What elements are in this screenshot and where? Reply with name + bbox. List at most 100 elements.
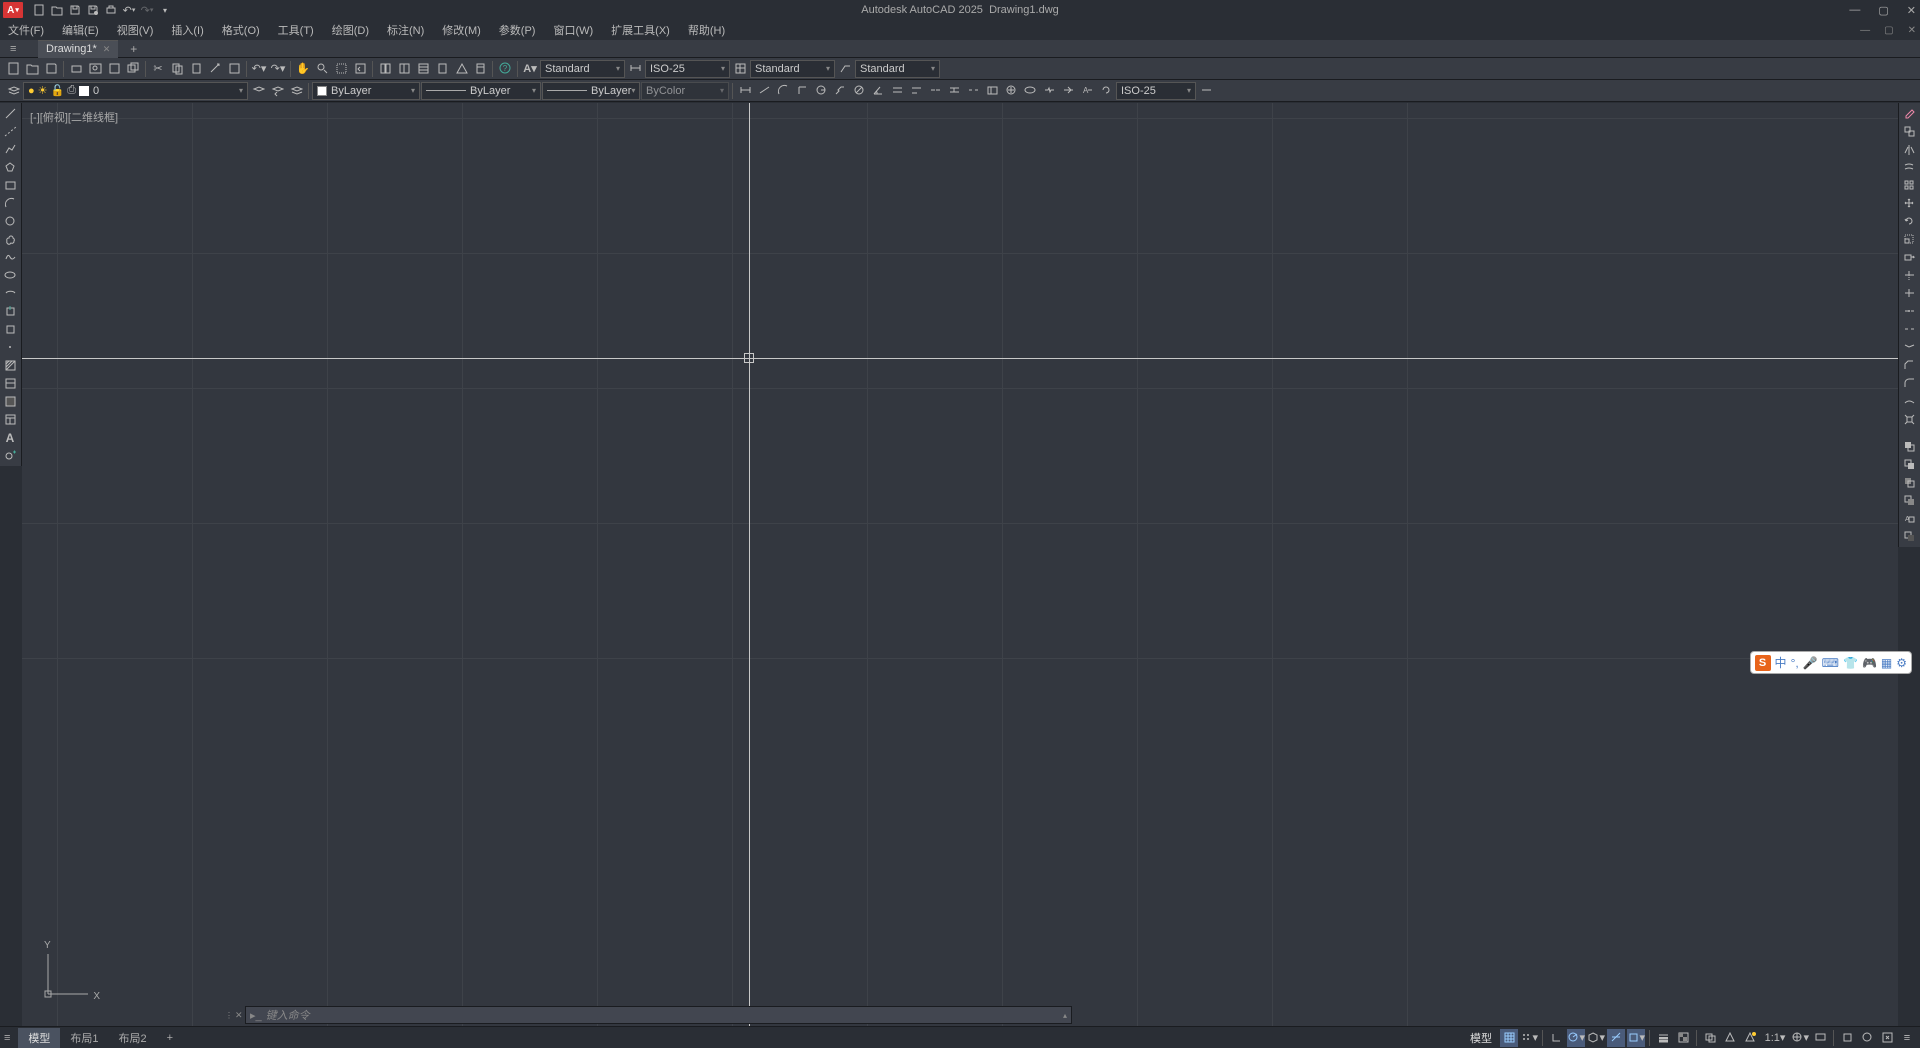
redo-icon[interactable]: ↷▾ (139, 2, 155, 18)
grid-toggle-icon[interactable] (1500, 1029, 1518, 1047)
model-tab[interactable]: 模型 (18, 1028, 60, 1048)
menu-parametric[interactable]: 参数(P) (499, 22, 536, 38)
dim-arc-icon[interactable] (774, 82, 792, 100)
zoom-previous-icon[interactable] (351, 60, 369, 78)
ellipse-arc-icon[interactable] (0, 285, 20, 302)
snap-toggle-icon[interactable]: ▾ (1520, 1029, 1538, 1047)
menu-file[interactable]: 文件(F) (8, 22, 44, 38)
layer-match-icon[interactable] (249, 82, 267, 100)
plot-icon[interactable] (67, 60, 85, 78)
dim-inspect-icon[interactable] (1021, 82, 1039, 100)
text-style-dropdown[interactable]: Standard▾ (540, 60, 625, 78)
undo-icon[interactable]: ↶▾ (121, 2, 137, 18)
dim-linear-icon[interactable] (736, 82, 754, 100)
zoom-realtime-icon[interactable] (313, 60, 331, 78)
spline-icon[interactable] (0, 249, 20, 266)
dim-diameter-icon[interactable] (850, 82, 868, 100)
text-icon[interactable]: A▾ (521, 60, 539, 78)
tabs-menu-icon[interactable]: ≡ (10, 43, 28, 55)
annotation-scale-icon[interactable] (1721, 1029, 1739, 1047)
gradient-icon[interactable] (0, 375, 20, 392)
layer-properties-icon[interactable] (4, 82, 22, 100)
menu-insert[interactable]: 插入(I) (171, 22, 203, 38)
ime-game-icon[interactable]: 🎮 (1862, 656, 1877, 670)
publish-icon[interactable] (105, 60, 123, 78)
table-style-dropdown[interactable]: Standard▾ (750, 60, 835, 78)
sheet-set-icon[interactable] (433, 60, 451, 78)
open-icon[interactable] (49, 2, 65, 18)
trim-icon[interactable] (1899, 267, 1919, 284)
explode-icon[interactable] (1899, 411, 1919, 428)
ime-voice-icon[interactable]: 🎤 (1803, 656, 1818, 670)
line-icon[interactable] (0, 105, 20, 122)
match-properties-icon[interactable] (206, 60, 224, 78)
tool-palettes-icon[interactable] (414, 60, 432, 78)
dim-aligned-icon[interactable] (755, 82, 773, 100)
print-icon[interactable] (103, 2, 119, 18)
copy-obj-icon[interactable] (1899, 123, 1919, 140)
child-close-button[interactable]: ✕ (1908, 25, 1916, 36)
hardware-accel-icon[interactable] (1858, 1029, 1876, 1047)
text-front-icon[interactable]: A (1899, 510, 1919, 527)
circle-icon[interactable] (0, 213, 20, 230)
redo-btn-icon[interactable]: ↷▾ (269, 60, 287, 78)
chamfer-icon[interactable] (1899, 357, 1919, 374)
menu-tools[interactable]: 工具(T) (278, 22, 314, 38)
viewport-label[interactable]: [-][俯视][二维线框] (30, 109, 118, 125)
qat-dropdown-icon[interactable]: ▾ (157, 2, 173, 18)
ortho-toggle-icon[interactable] (1547, 1029, 1565, 1047)
hatch-icon[interactable] (0, 357, 20, 374)
preview-icon[interactable] (86, 60, 104, 78)
ime-skin-icon[interactable]: 👕 (1843, 656, 1858, 670)
menu-view[interactable]: 视图(V) (117, 22, 154, 38)
copy-icon[interactable] (168, 60, 186, 78)
markup-icon[interactable] (452, 60, 470, 78)
add-layout-button[interactable]: + (157, 1032, 183, 1044)
drawing-canvas[interactable]: [-][俯视][二维线框] Y X (22, 103, 1898, 1026)
layer-states-icon[interactable] (287, 82, 305, 100)
dim-edit-icon[interactable] (1059, 82, 1077, 100)
close-button[interactable]: ✕ (1907, 4, 1916, 17)
qcalc-icon[interactable] (471, 60, 489, 78)
ime-toolbar[interactable]: S 中 °, 🎤 ⌨ 👕 🎮 ▦ ⚙ (1750, 651, 1912, 674)
model-space-label[interactable]: 模型 (1464, 1029, 1498, 1047)
command-line-handle[interactable]: ⋮ ✕ 🔧 (225, 1006, 245, 1024)
extend-icon[interactable] (1899, 285, 1919, 302)
file-tab-drawing1[interactable]: Drawing1* ✕ (38, 40, 118, 58)
annotation-autoscale-icon[interactable]: 1:1▾ (1761, 1029, 1789, 1047)
ime-logo-icon[interactable]: S (1755, 655, 1771, 671)
paste-icon[interactable] (187, 60, 205, 78)
help-icon[interactable]: ? (496, 60, 514, 78)
qnew-icon[interactable] (4, 60, 22, 78)
saveas-icon[interactable] (85, 2, 101, 18)
blend-icon[interactable] (1899, 393, 1919, 410)
offset-icon[interactable] (1899, 159, 1919, 176)
selection-cycling-icon[interactable] (1701, 1029, 1719, 1047)
layer-previous-icon[interactable] (268, 82, 286, 100)
mleader-style-dropdown[interactable]: Standard▾ (855, 60, 940, 78)
make-block-icon[interactable] (0, 321, 20, 338)
pan-icon[interactable]: ✋ (294, 60, 312, 78)
polyline-icon[interactable] (0, 141, 20, 158)
break-point-icon[interactable] (1899, 303, 1919, 320)
clean-screen-icon[interactable] (1878, 1029, 1896, 1047)
maximize-button[interactable]: ▢ (1878, 4, 1888, 17)
ime-settings-icon[interactable]: ⚙ (1896, 656, 1907, 670)
bring-front-icon[interactable] (1899, 438, 1919, 455)
rotate-icon[interactable] (1899, 213, 1919, 230)
isodraft-icon[interactable]: ▾ (1587, 1029, 1605, 1047)
dim-continue-icon[interactable] (926, 82, 944, 100)
center-mark-icon[interactable] (1002, 82, 1020, 100)
open-file-icon[interactable] (23, 60, 41, 78)
fillet-icon[interactable] (1899, 375, 1919, 392)
layer-dropdown[interactable]: ● ☀ 🔓 ⎙ 0 ▾ (23, 82, 248, 100)
new-icon[interactable] (31, 2, 47, 18)
polar-toggle-icon[interactable]: ▾ (1567, 1029, 1585, 1047)
dimension-icon[interactable] (626, 60, 644, 78)
ime-punct-icon[interactable]: °, (1791, 656, 1799, 670)
close-tab-icon[interactable]: ✕ (103, 44, 111, 55)
insert-block-icon[interactable] (0, 303, 20, 320)
lineweight-dropdown[interactable]: ByLayer▾ (542, 82, 640, 100)
ime-toolbox-icon[interactable]: ▦ (1881, 656, 1892, 670)
dim-angular-icon[interactable] (869, 82, 887, 100)
